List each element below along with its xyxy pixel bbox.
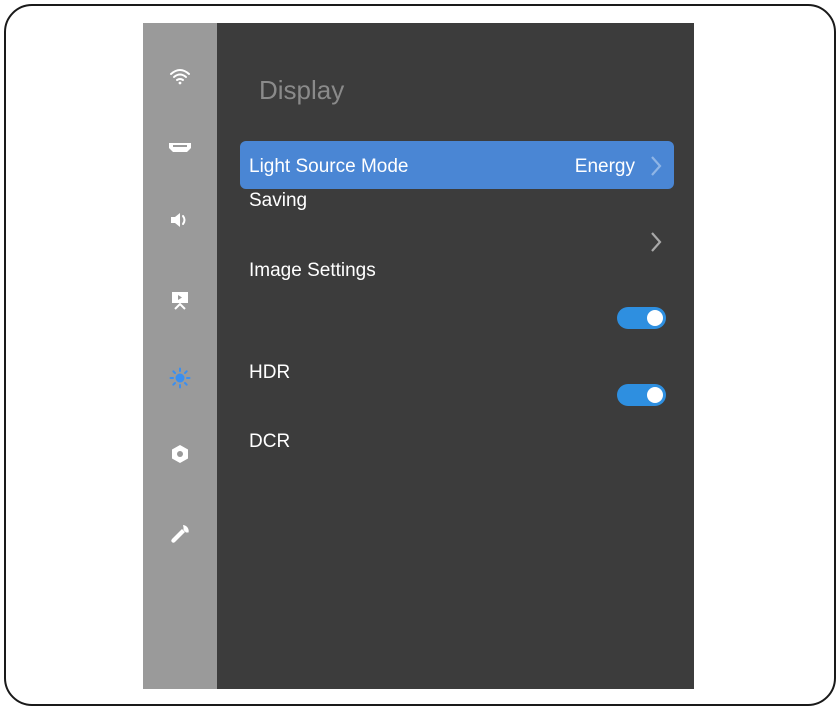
page-title: Display	[259, 75, 345, 105]
chevron-right-icon[interactable]	[648, 230, 664, 254]
dcr-label: DCR	[249, 431, 291, 452]
light-source-mode-label-continued: Saving	[249, 190, 308, 211]
display-menu-screen: Display Light Source Mode Saving Energy …	[143, 23, 694, 689]
wrench-icon[interactable]	[165, 519, 195, 549]
sidebar	[143, 23, 217, 689]
wifi-icon[interactable]	[165, 61, 195, 91]
speaker-icon[interactable]	[165, 205, 195, 235]
settings-panel: Display Light Source Mode Saving Energy …	[217, 23, 694, 689]
light-source-mode-label: Light Source Mode	[249, 156, 409, 177]
input-port-icon[interactable]	[165, 132, 195, 162]
settings-hex-icon[interactable]	[165, 439, 195, 469]
brightness-icon[interactable]	[165, 363, 195, 393]
dcr-toggle[interactable]	[617, 384, 666, 406]
chevron-right-icon	[651, 156, 662, 176]
toggle-knob	[647, 310, 663, 326]
hdr-toggle[interactable]	[617, 307, 666, 329]
hdr-label: HDR	[249, 362, 291, 383]
light-source-mode-value: Energy	[574, 156, 635, 177]
toggle-knob	[647, 387, 663, 403]
image-settings-label[interactable]: Image Settings	[249, 259, 376, 283]
projector-screen-icon[interactable]	[165, 285, 195, 315]
